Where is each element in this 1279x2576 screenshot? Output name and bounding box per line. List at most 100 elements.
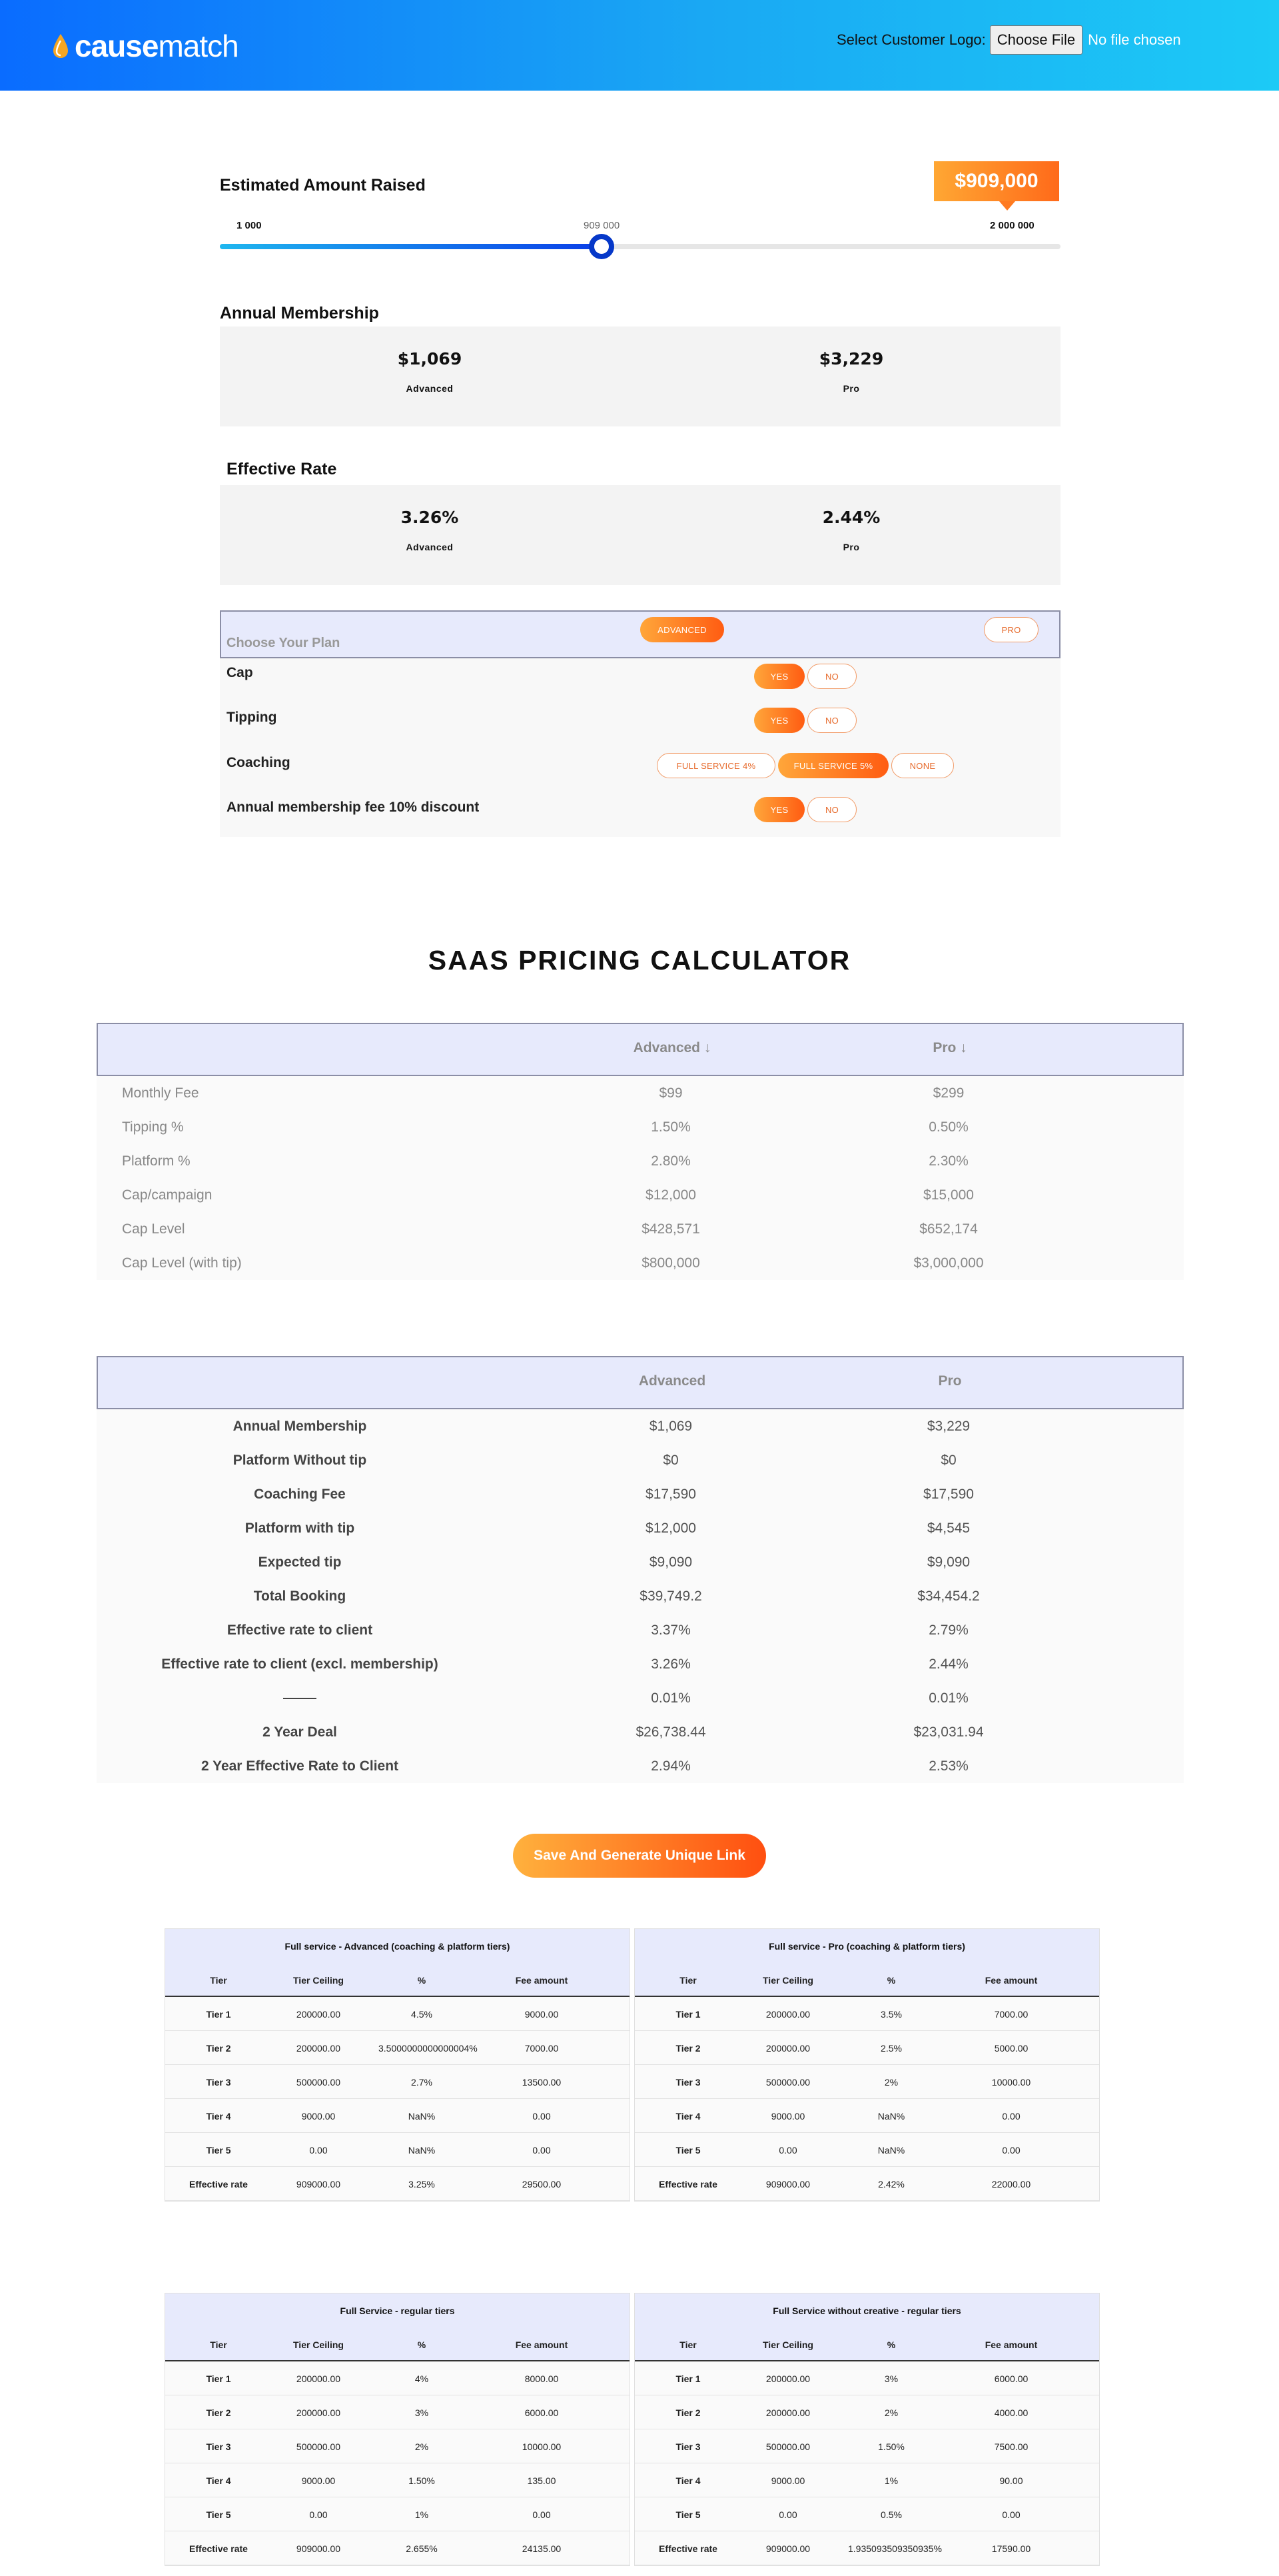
row-advanced-value: $9,090 <box>649 1555 693 1570</box>
tipping-no-button[interactable]: NO <box>807 708 857 733</box>
table-row: Effective rate to client 3.37% 2.79% <box>97 1613 1184 1647</box>
table-row: Tier 5 0.00 0.5% 0.00 <box>635 2497 1099 2531</box>
rate-advanced-value: 3.26% <box>400 508 459 527</box>
coaching-fs5-button[interactable]: FULL SERVICE 5% <box>778 753 889 778</box>
table-row: Tier 4 9000.00 NaN% 0.00 <box>165 2099 630 2133</box>
table-cell: 0.00 <box>1002 2145 1021 2156</box>
row-label: Platform % <box>122 1153 191 1169</box>
row-advanced-value: 3.37% <box>651 1622 691 1638</box>
table-cell: 909000.00 <box>765 2179 811 2190</box>
row-label: Cap Level <box>122 1221 185 1237</box>
table-row: Tier 2 200000.00 3% 6000.00 <box>165 2395 630 2429</box>
logo-light-text: match <box>158 29 238 63</box>
row-advanced-value: $99 <box>659 1085 683 1101</box>
table-row: Tier 4 9000.00 1% 90.00 <box>635 2463 1099 2497</box>
plan-advanced-button[interactable]: ADVANCED <box>640 617 724 642</box>
logo-bold-text: cause <box>75 29 159 63</box>
saas-col-pro[interactable]: Pro ↓ <box>850 1040 1050 1056</box>
table-cell: 909000.00 <box>296 2179 341 2190</box>
table-cell: 2% <box>884 2077 899 2088</box>
table-cell: 3% <box>884 2373 899 2384</box>
table-row: 0.01% 0.01% <box>97 1681 1184 1715</box>
saas-col-pro-label: Pro <box>933 1040 957 1055</box>
column-header: Tier <box>210 1975 227 1986</box>
table-row: Cap Level $428,571 $652,174 <box>97 1212 1184 1246</box>
summary-col-pro: Pro <box>938 1373 962 1389</box>
tier-table: Full service - Pro (coaching & platform … <box>634 1928 1100 2202</box>
table-cell: 0.00 <box>532 2509 551 2520</box>
table-cell: 22000.00 <box>991 2179 1031 2190</box>
table-cell: 3.25% <box>408 2179 435 2190</box>
discount-yes-button[interactable]: YES <box>754 797 805 822</box>
column-header: Tier Ceiling <box>293 2339 344 2350</box>
table-row: Monthly Fee $99 $299 <box>97 1076 1184 1110</box>
row-label: Tier 3 <box>206 2441 231 2452</box>
table-cell: 200000.00 <box>765 2407 811 2418</box>
row-label: Tier 5 <box>675 2145 701 2156</box>
coaching-none-button[interactable]: NONE <box>891 753 954 778</box>
row-label: Monthly Fee <box>122 1085 199 1101</box>
table-row: Cap/campaign $12,000 $15,000 <box>97 1178 1184 1212</box>
tier-table-title: Full service - Advanced (coaching & plat… <box>165 1929 630 1963</box>
column-header: Tier Ceiling <box>293 1975 344 1986</box>
table-cell: 200000.00 <box>296 2373 341 2384</box>
plan-pro-button[interactable]: PRO <box>984 617 1039 642</box>
save-generate-link-button[interactable]: Save And Generate Unique Link <box>513 1834 766 1878</box>
slider-handle[interactable] <box>589 234 615 259</box>
row-label: Effective rate <box>659 2543 717 2554</box>
row-pro-value: $17,590 <box>923 1487 974 1502</box>
row-label: Tier 4 <box>206 2111 231 2122</box>
rate-title: Effective Rate <box>226 460 337 478</box>
amount-slider[interactable] <box>220 234 1061 259</box>
cap-yes-button[interactable]: YES <box>754 664 805 689</box>
saas-col-advanced[interactable]: Advanced ↓ <box>572 1040 772 1056</box>
table-cell: 1% <box>884 2475 899 2486</box>
row-pro-value: $652,174 <box>919 1221 978 1237</box>
table-cell: 7500.00 <box>994 2441 1029 2452</box>
row-pro-value: $15,000 <box>923 1187 974 1203</box>
column-header: % <box>887 1975 896 1986</box>
column-header: % <box>417 1975 426 1986</box>
row-pro-value: $0 <box>941 1453 957 1468</box>
table-cell: 200000.00 <box>296 2043 341 2054</box>
table-row: Cap Level (with tip) $800,000 $3,000,000 <box>97 1246 1184 1280</box>
row-advanced-value: $0 <box>663 1453 679 1468</box>
discount-no-button[interactable]: NO <box>807 797 857 822</box>
table-row: Tier 3 500000.00 2% 10000.00 <box>635 2065 1099 2099</box>
choose-file-button[interactable]: Choose File <box>989 25 1083 55</box>
membership-pro-label: Pro <box>843 383 860 394</box>
table-row: Tier 3 500000.00 2.7% 13500.00 <box>165 2065 630 2099</box>
column-header: Tier <box>210 2339 227 2350</box>
coaching-fs4-button[interactable]: FULL SERVICE 4% <box>657 753 775 778</box>
column-header: Tier <box>679 2339 697 2350</box>
column-header: Fee amount <box>985 2339 1038 2350</box>
arrow-down-icon: ↓ <box>960 1040 967 1055</box>
table-row: Tier 3 500000.00 2% 10000.00 <box>165 2429 630 2463</box>
table-cell: 4000.00 <box>994 2407 1029 2418</box>
table-cell: 9000.00 <box>524 2009 559 2020</box>
table-cell: 500000.00 <box>296 2441 341 2452</box>
slider-min-label: 1 000 <box>236 220 262 231</box>
tier-table: Full Service without creative - regular … <box>634 2293 1100 2566</box>
slider-fill <box>220 244 602 249</box>
cap-no-button[interactable]: NO <box>807 664 857 689</box>
table-row: Effective rate to client (excl. membersh… <box>97 1647 1184 1681</box>
row-label: Cap Level (with tip) <box>122 1255 242 1271</box>
rate-pro-value: 2.44% <box>822 508 881 527</box>
row-label: 2 Year Deal <box>262 1724 337 1740</box>
causematch-logo[interactable]: causematch <box>52 29 239 63</box>
row-label: Coaching Fee <box>254 1487 346 1502</box>
table-cell: NaN% <box>408 2145 436 2156</box>
saas-table-header: Advanced ↓ Pro ↓ <box>97 1023 1184 1076</box>
row-label: Tipping % <box>122 1119 184 1135</box>
table-cell: 6000.00 <box>994 2373 1029 2384</box>
table-cell: 2.5% <box>881 2043 902 2054</box>
table-cell: NaN% <box>877 2145 905 2156</box>
row-label: Tier 2 <box>206 2407 231 2418</box>
tipping-yes-button[interactable]: YES <box>754 708 805 733</box>
row-label: Cap/campaign <box>122 1187 213 1203</box>
table-cell: 6000.00 <box>524 2407 559 2418</box>
membership-box: $1,069 Advanced $3,229 Pro <box>220 326 1061 426</box>
row-advanced-value: 1.50% <box>651 1119 691 1135</box>
table-cell: 2.655% <box>406 2543 438 2554</box>
